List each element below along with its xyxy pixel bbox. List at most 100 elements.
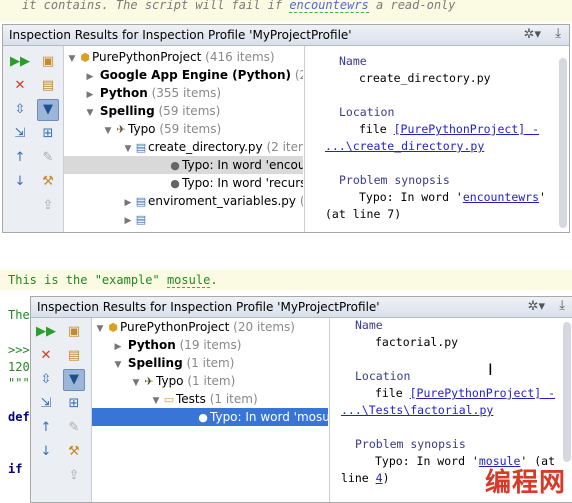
location-link[interactable]: [PurePythonProject] -	[394, 122, 539, 136]
autoscroll-icon[interactable]: ⊞	[64, 394, 84, 414]
detail-scrollbar[interactable]	[559, 58, 567, 228]
problem-line: line 4)	[341, 471, 390, 485]
rerun-icon[interactable]: ▶▶	[36, 322, 56, 342]
edit-settings-icon[interactable]: ✎	[38, 148, 58, 168]
inspector-icon: ✈	[144, 375, 154, 388]
tree-node-typo[interactable]: ▼ ✈ Typo (1 item)	[130, 372, 236, 390]
next-icon[interactable]: ↓	[36, 442, 56, 462]
tree-problem-selected[interactable]: ●Typo: In word 'encounte	[64, 156, 303, 174]
tree-node-project[interactable]: ▼ ⬢ PurePythonProject (416 items)	[66, 48, 275, 66]
previous-icon[interactable]: ↑	[10, 148, 30, 168]
inspection-tree: ▼ ⬢ PurePythonProject (20 items) ▶ Python …	[92, 318, 328, 502]
name-value: factorial.py	[375, 335, 459, 349]
location-link[interactable]: ...\Tests\factorial.py	[341, 403, 493, 417]
info-icon: ●	[198, 411, 208, 424]
editor-line: The	[8, 308, 30, 322]
panel-titlebar: Inspection Results for Inspection Profil…	[3, 25, 569, 46]
hide-icon[interactable]: ⤓	[559, 298, 565, 313]
group-by-directory-icon[interactable]: ▤	[38, 76, 58, 96]
quick-fix-icon[interactable]: ⚒	[64, 442, 84, 462]
tree-node-spelling[interactable]: ▼ Spelling (59 items)	[84, 102, 221, 120]
collapse-all-icon[interactable]: ⇲	[36, 394, 56, 414]
problem-synopsis: Typo: In word 'encountewrs'	[359, 190, 546, 204]
autoscroll-icon[interactable]: ⊞	[38, 124, 58, 144]
export-icon[interactable]: ⇪	[38, 196, 58, 216]
editor-code-line: it contains. The script will fail if enc…	[22, 0, 456, 13]
location-header: Location	[339, 105, 395, 119]
expand-all-icon[interactable]: ⇳	[36, 370, 56, 390]
problem-detail-pane: Name create_directory.py Location file […	[304, 46, 569, 232]
location-line-2: ...\Tests\factorial.py	[341, 403, 493, 417]
gear-icon[interactable]: ✲▾	[524, 27, 541, 42]
location-link[interactable]: ...\create_directory.py	[325, 139, 484, 153]
export-icon[interactable]: ⇪	[64, 466, 84, 486]
mouse-cursor-icon: I	[488, 360, 493, 379]
python-file-icon: ▤	[135, 195, 147, 208]
tree-node-file[interactable]: ▼▤create_directory.py (2 items	[122, 138, 303, 156]
tree-problem[interactable]: ●Typo: In word 'recurse'	[168, 174, 303, 192]
collapse-all-icon[interactable]: ⇲	[10, 124, 30, 144]
panel-title: Inspection Results for Inspection Profil…	[9, 28, 352, 42]
tree-node-gae[interactable]: ▶ Google App Engine (Python) (2 item	[84, 66, 303, 84]
location-line-2: ...\create_directory.py	[325, 139, 484, 153]
tree-node-spelling[interactable]: ▼ Spelling (1 item)	[112, 354, 235, 372]
problem-header: Problem synopsis	[339, 173, 450, 187]
tree-node-python[interactable]: ▶ Python (19 items)	[112, 336, 242, 354]
tree-problem-selected[interactable]: ●Typo: In word 'mosule'	[92, 408, 328, 426]
typo-word[interactable]: mosule	[166, 273, 211, 288]
watermark-logo: 编程网	[484, 468, 566, 498]
detail-scrollbar[interactable]	[563, 322, 571, 462]
editor-line: 120	[8, 360, 30, 374]
filter-icon[interactable]: ▼	[37, 99, 59, 121]
rerun-icon[interactable]: ▶▶	[10, 52, 30, 72]
tree-node-file[interactable]: ▶▤enviroment_variables.py (2	[122, 192, 303, 210]
quick-fix-icon[interactable]: ⚒	[38, 172, 58, 192]
tree-node-typo[interactable]: ▼ ✈ Typo (59 items)	[102, 120, 222, 138]
editor-top-line: it contains. The script will fail if enc…	[0, 0, 572, 22]
panel-titlebar: Inspection Results for Inspection Profil…	[31, 297, 572, 318]
python-file-icon: ▤	[135, 141, 147, 154]
name-header: Name	[339, 54, 367, 68]
gear-icon[interactable]: ✲▾	[528, 299, 545, 314]
group-by-directory-icon[interactable]: ▤	[64, 346, 84, 366]
close-icon[interactable]: ✕	[10, 76, 30, 96]
problem-line: (at line 7)	[325, 207, 402, 221]
location-line: file [PurePythonProject] -	[375, 386, 556, 400]
close-icon[interactable]: ✕	[36, 346, 56, 366]
group-by-severity-icon[interactable]: ▣	[64, 322, 84, 342]
name-value: create_directory.py	[359, 71, 491, 85]
filter-icon[interactable]: ▼	[63, 369, 85, 391]
name-header: Name	[355, 318, 383, 332]
inspection-toolbar: ▶▶ ▣ ✕ ▤ ⇳ ▼ ⇲ ⊞ ↑ ✎ ↓ ⚒ ⇪	[31, 318, 92, 502]
previous-icon[interactable]: ↑	[36, 418, 56, 438]
problem-word-link[interactable]: encountewrs	[463, 190, 539, 204]
edit-settings-icon[interactable]: ✎	[64, 418, 84, 438]
editor-line: if	[8, 462, 23, 476]
inspector-icon: ✈	[116, 123, 126, 136]
panel-title: Inspection Results for Inspection Profil…	[37, 300, 380, 314]
tree-node-folder[interactable]: ▼ ▭ Tests (1 item)	[150, 390, 258, 408]
group-by-severity-icon[interactable]: ▣	[38, 52, 58, 72]
problem-header: Problem synopsis	[355, 437, 466, 451]
inspection-tree: ▼ ⬢ PurePythonProject (416 items) ▶ Google…	[64, 46, 303, 232]
editor-line: def	[8, 410, 30, 424]
line-number-link[interactable]: 4	[376, 471, 383, 485]
tree-node-python[interactable]: ▶ Python (355 items)	[84, 84, 221, 102]
location-header: Location	[355, 369, 411, 383]
editor-docstring-line: This is the "example" mosule.	[8, 273, 218, 288]
tree-node-project[interactable]: ▼ ⬢ PurePythonProject (20 items)	[94, 318, 295, 336]
tree-node-file[interactable]: ▶ ▤	[122, 210, 148, 228]
info-icon: ●	[170, 177, 180, 190]
inspection-panel-1: Inspection Results for Inspection Profil…	[2, 24, 570, 233]
next-icon[interactable]: ↓	[10, 172, 30, 192]
editor-line: """	[8, 376, 30, 390]
folder-icon: ▭	[163, 393, 175, 406]
location-link[interactable]: [PurePythonProject] -	[410, 386, 555, 400]
inspection-toolbar: ▶▶ ▣ ✕ ▤ ⇳ ▼ ⇲ ⊞ ↑ ✎ ↓ ⚒ ⇪	[3, 46, 64, 232]
typo-word[interactable]: encountewrs	[289, 0, 369, 13]
location-line: file [PurePythonProject] -	[359, 122, 540, 136]
expand-all-icon[interactable]: ⇳	[10, 100, 30, 120]
editor-line: >>>	[8, 343, 30, 357]
hide-icon[interactable]: ⤓	[555, 26, 561, 41]
info-icon: ●	[170, 159, 180, 172]
